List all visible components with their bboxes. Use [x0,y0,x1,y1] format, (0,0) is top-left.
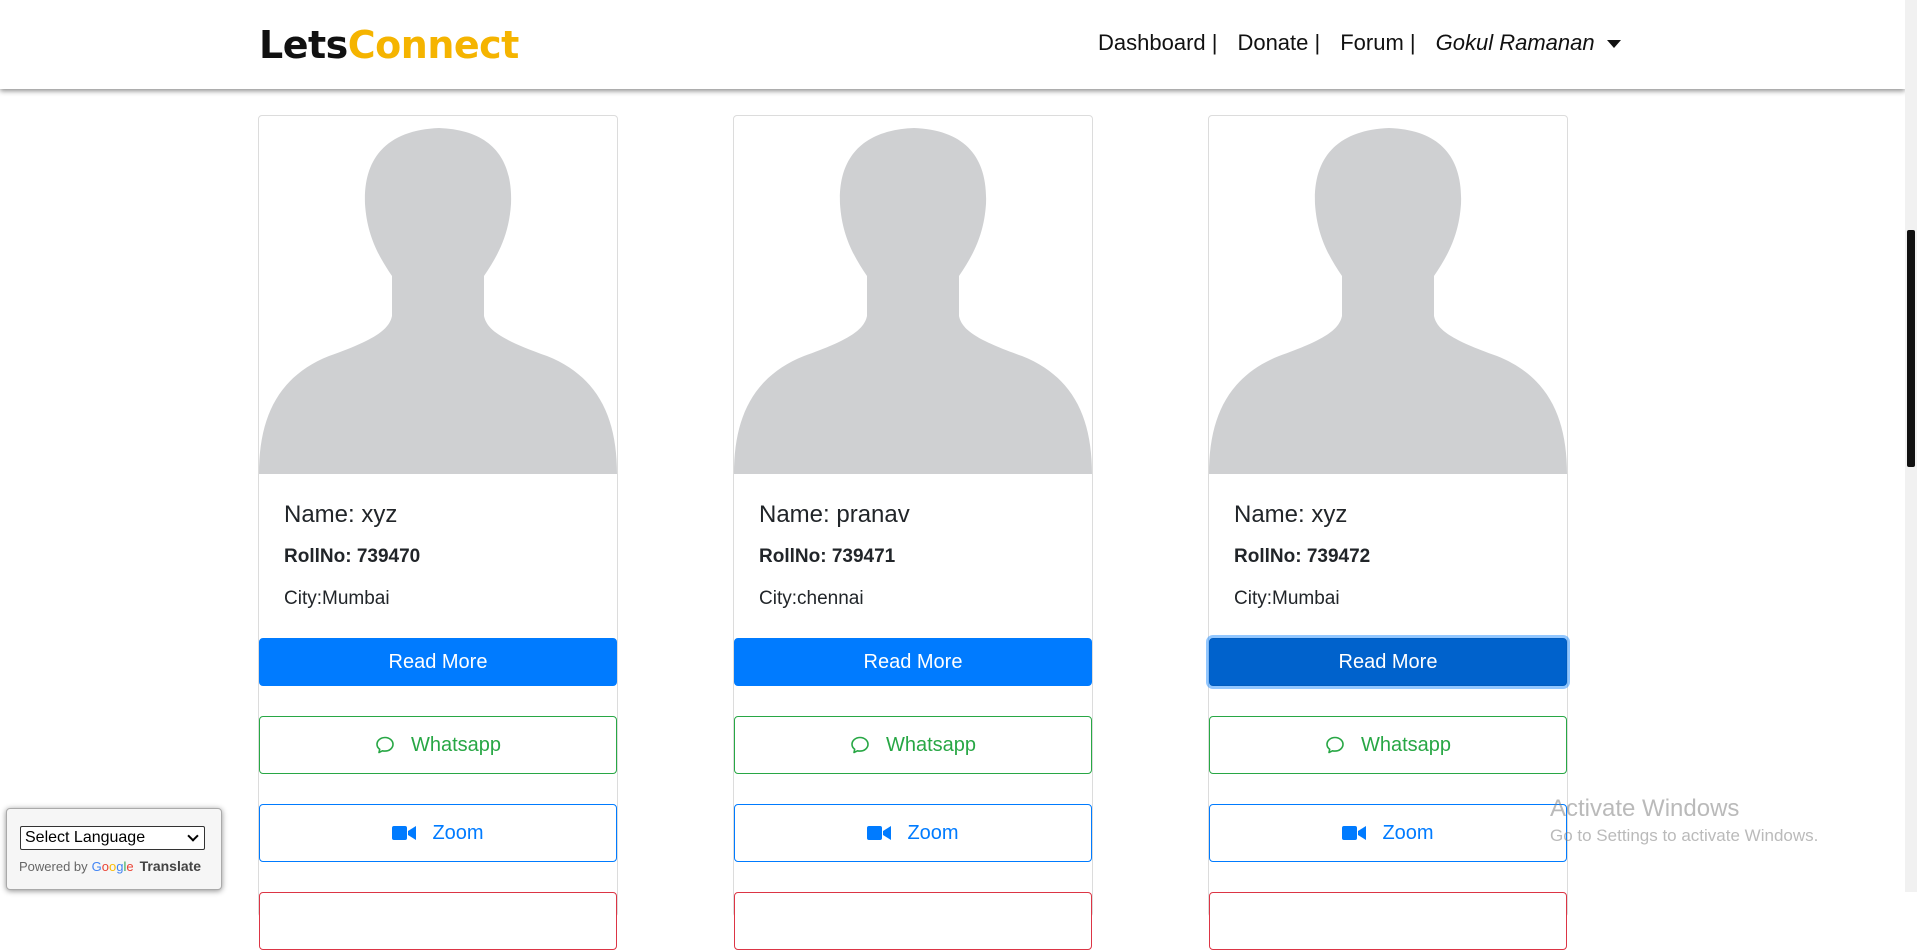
brand-part-connect: Connect [347,23,520,67]
video-camera-icon [1342,824,1367,842]
student-name: Name: pranav [759,501,910,528]
powered-by-text: Powered by [19,858,88,874]
nav-links: Dashboard | Donate | Forum | Gokul Raman… [1098,28,1621,58]
language-select-value: Select Language [25,829,146,846]
avatar [734,116,1092,474]
user-silhouette-icon [1209,116,1567,474]
student-city: City:Mumbai [284,588,390,609]
chat-bubble-icon [850,735,870,755]
student-city: City:Mumbai [1234,588,1340,609]
user-name: Gokul Ramanan [1435,30,1595,55]
chat-bubble-icon [1325,735,1345,755]
danger-button[interactable] [734,892,1092,950]
whatsapp-label: Whatsapp [885,733,977,756]
read-more-label: Read More [863,650,963,673]
powered-by-google-translate: Powered by Google Translate [19,858,201,874]
language-select[interactable]: Select Language [20,826,205,850]
read-more-button[interactable]: Read More [259,638,617,686]
google-translate-widget: Select Language Powered by Google Transl… [6,808,222,890]
navbar: LetsConnect Dashboard | Donate | Forum |… [0,0,1905,89]
zoom-label: Zoom [907,821,959,844]
chevron-down-icon [187,830,199,842]
whatsapp-label: Whatsapp [1360,733,1452,756]
watermark-subtitle: Go to Settings to activate Windows. [1550,826,1819,845]
google-logo[interactable]: Google [92,859,134,874]
student-name: Name: xyz [284,501,398,528]
translate-text: Translate [139,858,202,874]
activate-windows-watermark: Activate Windows Go to Settings to activ… [1550,794,1818,848]
zoom-button[interactable]: Zoom [734,804,1092,862]
read-more-button[interactable]: Read More [1209,638,1567,686]
read-more-button[interactable]: Read More [734,638,1092,686]
avatar [259,116,617,474]
student-card: Name: xyz RollNo: 739470 City:Mumbai Rea… [258,115,618,950]
page-scrollbar[interactable] [1905,0,1917,892]
zoom-button[interactable]: Zoom [259,804,617,862]
zoom-button[interactable]: Zoom [1209,804,1567,862]
video-camera-icon [867,824,892,842]
whatsapp-label: Whatsapp [410,733,502,756]
nav-dashboard-link[interactable]: Dashboard | [1098,28,1217,58]
user-silhouette-icon [734,116,1092,474]
whatsapp-button[interactable]: Whatsapp [259,716,617,774]
whatsapp-button[interactable]: Whatsapp [734,716,1092,774]
student-rollno: RollNo: 739471 [759,546,896,567]
student-city: City:chennai [759,588,864,609]
watermark-title: Activate Windows [1550,795,1740,822]
whatsapp-button[interactable]: Whatsapp [1209,716,1567,774]
user-menu-toggle[interactable]: Gokul Ramanan [1436,28,1621,58]
student-rollno: RollNo: 739470 [284,546,421,567]
video-camera-icon [392,824,417,842]
nav-forum-link[interactable]: Forum | [1340,28,1415,58]
user-silhouette-icon [259,116,617,474]
student-rollno: RollNo: 739472 [1234,546,1371,567]
student-card: Name: xyz RollNo: 739472 City:Mumbai Rea… [1208,115,1568,950]
chat-bubble-icon [375,735,395,755]
avatar [1209,116,1567,474]
read-more-label: Read More [388,650,488,673]
student-name: Name: xyz [1234,501,1348,528]
caret-down-icon [1606,40,1621,48]
danger-button[interactable] [259,892,617,950]
read-more-label: Read More [1338,650,1438,673]
zoom-label: Zoom [432,821,484,844]
brand-logo[interactable]: LetsConnect [259,22,519,68]
brand-part-lets: Lets [259,23,348,67]
danger-button[interactable] [1209,892,1567,950]
student-card: Name: pranav RollNo: 739471 City:chennai… [733,115,1093,950]
scrollbar-thumb[interactable] [1907,230,1915,467]
nav-donate-link[interactable]: Donate | [1237,28,1320,58]
zoom-label: Zoom [1382,821,1434,844]
